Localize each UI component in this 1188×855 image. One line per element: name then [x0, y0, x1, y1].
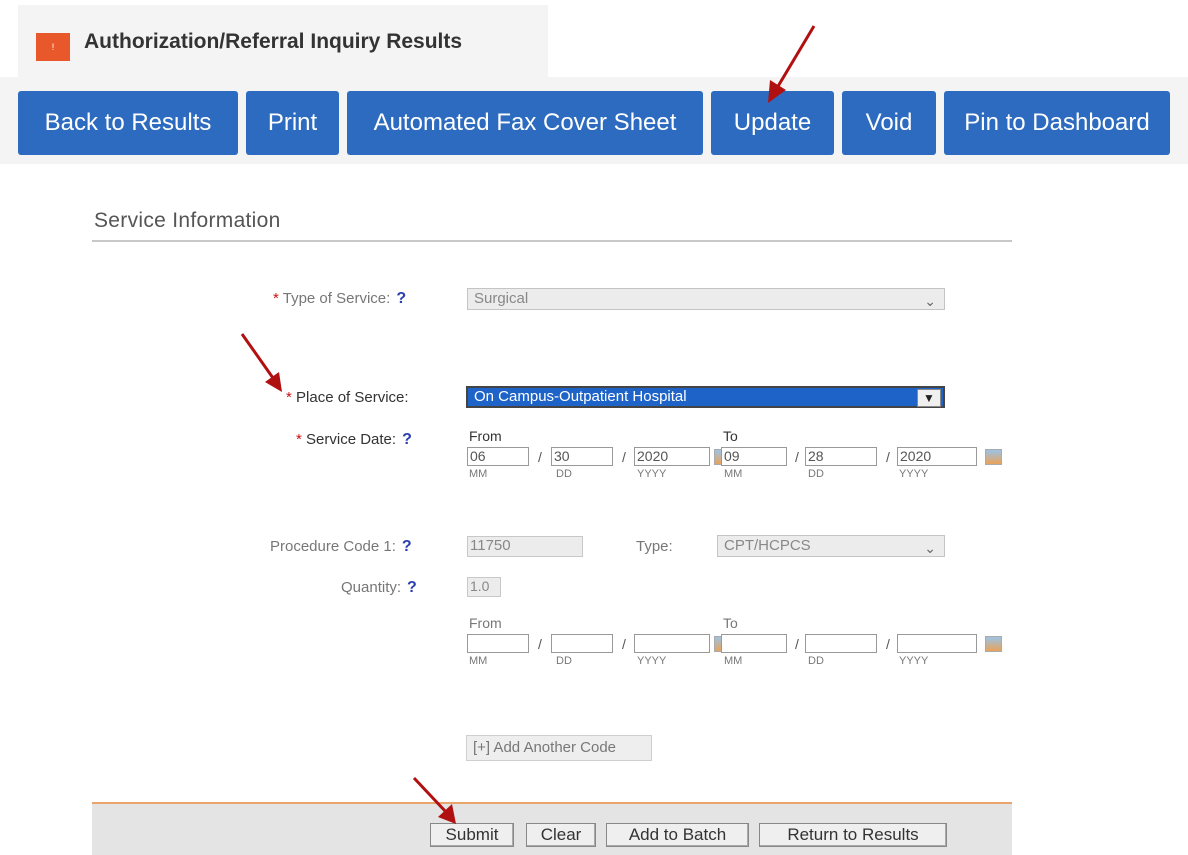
add-to-batch-button[interactable]: Add to Batch: [606, 823, 749, 847]
annotation-arrow-icon: [412, 776, 456, 824]
to-label: To: [723, 615, 738, 631]
to-month-input[interactable]: 09: [721, 447, 787, 466]
to-year-input[interactable]: 2020: [897, 447, 977, 466]
place-of-service-select[interactable]: On Campus-Outpatient Hospital ▼: [466, 386, 945, 408]
code-from-year-input[interactable]: [634, 634, 710, 653]
from-day-input[interactable]: 30: [551, 447, 613, 466]
place-of-service-label: * Place of Service:: [286, 389, 409, 406]
procedure-code-input[interactable]: 11750: [467, 536, 583, 557]
clear-button[interactable]: Clear: [526, 823, 596, 847]
type-of-service-label: * Type of Service:?: [273, 290, 407, 307]
code-to-day-input[interactable]: [805, 634, 877, 653]
dd-hint: DD: [808, 468, 824, 480]
code-from-day-input[interactable]: [551, 634, 613, 653]
date-separator: /: [886, 449, 890, 465]
back-to-results-button[interactable]: Back to Results: [18, 91, 238, 155]
return-to-results-button[interactable]: Return to Results: [759, 823, 947, 847]
service-date-label: * Service Date:?: [296, 431, 412, 448]
mm-hint: MM: [724, 468, 743, 480]
code-to-year-input[interactable]: [897, 634, 977, 653]
section-title: Service Information: [94, 209, 281, 232]
help-icon[interactable]: ?: [396, 290, 406, 307]
pin-to-dashboard-button[interactable]: Pin to Dashboard: [944, 91, 1170, 155]
print-button[interactable]: Print: [246, 91, 339, 155]
to-day-input[interactable]: 28: [805, 447, 877, 466]
code-to-month-input[interactable]: [721, 634, 787, 653]
dd-hint: DD: [556, 468, 572, 480]
quantity-label: Quantity:?: [341, 579, 417, 596]
annotation-arrow-icon: [240, 333, 282, 392]
date-separator: /: [622, 449, 626, 465]
dd-hint: DD: [556, 655, 572, 667]
date-separator: /: [538, 636, 542, 652]
date-separator: /: [538, 449, 542, 465]
add-another-code-button[interactable]: [+] Add Another Code: [466, 735, 652, 761]
help-icon[interactable]: ?: [402, 431, 412, 448]
from-label: From: [469, 428, 502, 444]
mm-hint: MM: [469, 655, 488, 667]
yyyy-hint: YYYY: [637, 655, 667, 667]
quantity-input[interactable]: 1.0: [467, 577, 501, 597]
type-of-service-select[interactable]: Surgical ⌄: [467, 288, 945, 310]
to-label: To: [723, 428, 738, 444]
mm-hint: MM: [724, 655, 743, 667]
date-separator: /: [795, 449, 799, 465]
help-icon[interactable]: ?: [402, 538, 412, 555]
help-icon[interactable]: ?: [407, 579, 417, 596]
type-label: Type:: [636, 538, 673, 555]
alert-icon: !: [36, 33, 70, 61]
section-divider: [92, 240, 1012, 242]
fax-cover-sheet-button[interactable]: Automated Fax Cover Sheet: [347, 91, 703, 155]
date-separator: /: [795, 636, 799, 652]
yyyy-hint: YYYY: [899, 655, 929, 667]
chevron-down-icon: ⌄: [924, 540, 936, 556]
yyyy-hint: YYYY: [637, 468, 667, 480]
from-month-input[interactable]: 06: [467, 447, 529, 466]
required-mark: *: [273, 290, 279, 307]
dd-hint: DD: [808, 655, 824, 667]
code-type-select[interactable]: CPT/HCPCS ⌄: [717, 535, 945, 557]
procedure-code-label: Procedure Code 1:?: [270, 538, 412, 555]
date-separator: /: [886, 636, 890, 652]
yyyy-hint: YYYY: [899, 468, 929, 480]
page-title: Authorization/Referral Inquiry Results: [84, 30, 463, 53]
chevron-down-icon: ▼: [917, 389, 941, 407]
date-separator: /: [622, 636, 626, 652]
mm-hint: MM: [469, 468, 488, 480]
chevron-down-icon: ⌄: [924, 293, 936, 309]
from-year-input[interactable]: 2020: [634, 447, 710, 466]
annotation-arrow-icon: [768, 25, 816, 103]
code-from-month-input[interactable]: [467, 634, 529, 653]
calendar-icon[interactable]: [985, 449, 1002, 465]
calendar-icon[interactable]: [985, 636, 1002, 652]
from-label: From: [469, 615, 502, 631]
void-button[interactable]: Void: [842, 91, 936, 155]
